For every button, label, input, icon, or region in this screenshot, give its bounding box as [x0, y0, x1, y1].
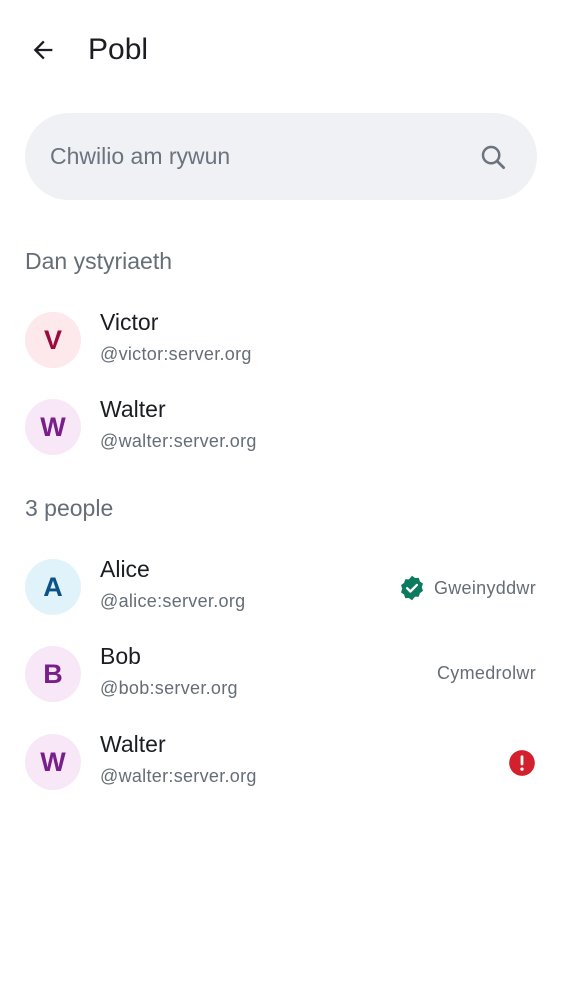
member-user-id: @alice:server.org — [100, 591, 246, 611]
search-input[interactable] — [50, 113, 470, 200]
arrow-left-icon — [33, 40, 53, 60]
member-name: Walter — [100, 731, 166, 757]
back-button[interactable] — [20, 27, 66, 73]
member-row[interactable]: V Victor @victor:server.org — [0, 297, 562, 384]
role-label: Gweinyddwr — [433, 578, 536, 598]
member-user-id: @walter:server.org — [100, 766, 257, 786]
role-badge: Gweinyddwr — [398, 574, 536, 602]
member-name: Walter — [100, 396, 166, 422]
avatar: W — [25, 399, 81, 455]
avatar: W — [25, 734, 81, 790]
member-user-id: @bob:server.org — [100, 678, 238, 698]
page-title: Pobl — [88, 33, 149, 66]
role-label: Cymedrolwr — [436, 663, 536, 683]
member-user-id: @walter:server.org — [100, 431, 257, 451]
member-name: Victor — [100, 309, 159, 335]
search-bar[interactable] — [25, 113, 537, 200]
avatar: A — [25, 559, 81, 615]
verified-badge-icon — [400, 575, 423, 601]
search-icon[interactable] — [477, 141, 509, 173]
section-header-pending: Dan ystyriaeth — [25, 248, 173, 274]
member-user-id: @victor:server.org — [100, 344, 252, 364]
member-row[interactable]: B Bob @bob:server.org Cymedrolwr — [0, 631, 562, 718]
member-name: Alice — [100, 556, 150, 582]
member-row[interactable]: W Walter @walter:server.org — [0, 719, 562, 806]
top-app-bar: Pobl — [0, 0, 562, 100]
avatar: V — [25, 312, 81, 368]
member-row[interactable]: A Alice @alice:server.org Gweinyddwr — [0, 544, 562, 631]
member-row[interactable]: W Walter @walter:server.org — [0, 384, 562, 471]
people-screen: Pobl Dan ystyriaeth V Victor @victor:ser… — [0, 0, 562, 1000]
role-badge: Cymedrolwr — [437, 661, 536, 685]
section-header-members: 3 people — [25, 495, 114, 521]
member-name: Bob — [100, 643, 141, 669]
avatar: B — [25, 646, 81, 702]
error-icon — [508, 749, 536, 777]
